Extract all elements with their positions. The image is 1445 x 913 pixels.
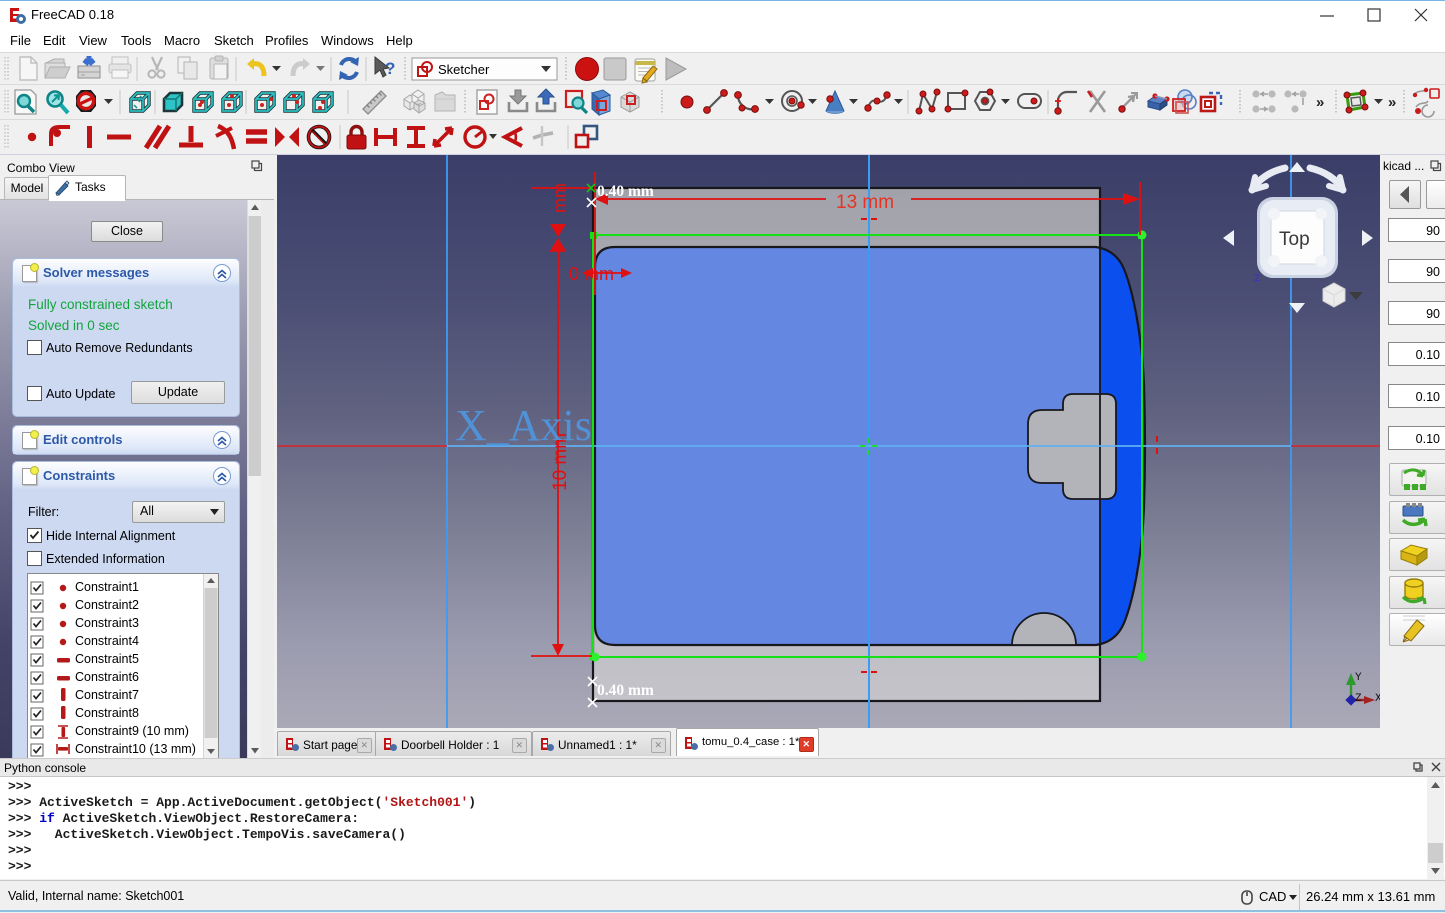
svg-text:»: » xyxy=(1316,94,1324,111)
svg-text:Y: Y xyxy=(1355,672,1362,684)
svg-text:0.40 mm: 0.40 mm xyxy=(597,183,654,200)
svg-text:»: » xyxy=(1388,94,1396,111)
svg-text:z: z xyxy=(1254,270,1260,284)
svg-text:0.40 mm: 0.40 mm xyxy=(597,682,654,699)
svg-text:X_Axis: X_Axis xyxy=(455,401,592,450)
svg-text:Sketcher: Sketcher xyxy=(438,62,490,77)
svg-text:Top: Top xyxy=(1279,229,1310,250)
svg-text:mm: mm xyxy=(550,183,570,213)
svg-text:Z: Z xyxy=(1355,693,1362,705)
svg-text:13 mm: 13 mm xyxy=(836,192,894,213)
svg-text:?: ? xyxy=(385,59,395,78)
